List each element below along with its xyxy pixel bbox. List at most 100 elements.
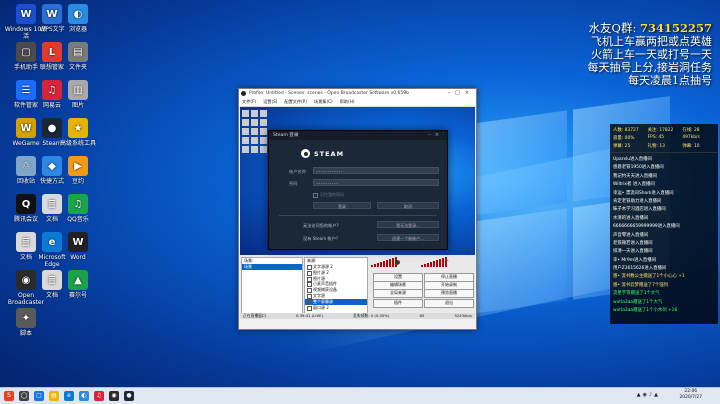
cant-login-button[interactable]: 我无法登录... xyxy=(377,221,439,228)
chat-message: 感• 流书数公主赠送了1个小心心 +1 xyxy=(613,274,685,280)
taskbar-app-icon[interactable]: S xyxy=(4,391,14,401)
obs-menu-item[interactable]: 文件(F) xyxy=(242,98,256,106)
qq-group-line: 水友Q群: 734152257 xyxy=(588,21,712,35)
desktop-icon[interactable]: ★ 高级系统工具 xyxy=(56,118,100,147)
chat-message: Wiltrix者 进入直播间 xyxy=(613,182,655,188)
chat-message: 感• 流书云梦赠送了7个强列 xyxy=(613,282,669,288)
live-chat-panel: 人数: 83727 关注: 17822 在线: 28 容量: 00% FPS: 45 49… xyxy=(610,124,718,324)
live-stats: 人数: 83727 关注: 17822 在线: 28 容量: 00% FPS: 45 49… xyxy=(610,124,718,153)
preview-button[interactable]: 预览直播 xyxy=(424,289,474,298)
scene-item[interactable]: 场景 xyxy=(242,264,302,270)
desktop-icon-label: 豆约 xyxy=(71,178,84,185)
steam-login-dialog[interactable]: Steam 登录 –× STEAM 帐户名称 •••••••••••• 密码 •… xyxy=(268,130,448,250)
chat-message: 用户Z3615626进入直播间 xyxy=(613,266,667,272)
app-icon: ✦ xyxy=(16,308,36,328)
app-icon: ▤ xyxy=(68,42,88,62)
live-stat: 关注: 17822 xyxy=(647,128,674,133)
live-stat: 礼物: 13 xyxy=(647,144,665,149)
global-sources-button[interactable]: 全局来源 xyxy=(373,289,423,298)
chat-message: 6666666659999999进入直播间 xyxy=(613,224,680,230)
desktop-icon-label: QQ音乐 xyxy=(67,216,89,223)
desktop-icon-label: 高级系统工具 xyxy=(59,140,96,147)
desktop-volume-meter[interactable] xyxy=(421,257,447,267)
sources-list[interactable]: 来源: 文字源源 2 图片源 2 图片源 小麦声音插件 视频捕获设备 文字源 整个屏幕源 窗口… xyxy=(304,257,368,315)
steam-brand: STEAM xyxy=(301,149,344,158)
chat-message: 肯定老铁助力进入直播间 xyxy=(613,198,662,204)
desktop-icon-label: 脚本 xyxy=(19,330,32,337)
account-input[interactable]: •••••••••••• xyxy=(313,167,439,174)
desktop-icon-label: Word xyxy=(70,254,86,261)
password-input[interactable]: •••••••••• xyxy=(313,179,439,186)
taskbar-app-icon[interactable]: ◯ xyxy=(19,391,29,401)
remember-password-checkbox[interactable]: 记住我的密码 xyxy=(313,192,344,198)
overlay-line-3: 每天抽号上分,接岩洞任务 xyxy=(587,61,713,74)
live-stat: 容量: 00% xyxy=(613,136,635,141)
desktop-icon[interactable]: ♫ QQ音乐 xyxy=(56,194,100,223)
create-question: 没有 Steam 帐户? xyxy=(303,236,339,241)
mic-volume-meter[interactable] xyxy=(371,257,397,267)
obs-menu-bar: 文件(F) 设置(S) 配置文件(P) 场景集(C) 帮助(H) xyxy=(239,98,476,107)
stream-overlay-text: 水友Q群: 734152257 飞机上车赢两把或点英雄 火箭上车一天或打号一天 … xyxy=(587,21,713,88)
divider xyxy=(279,215,437,216)
chat-message: 流星字等赠送了1个大气 xyxy=(613,291,660,297)
chat-message: 水清的进入直播间 xyxy=(613,215,649,221)
desktop-icon[interactable]: ▤ 文件夹 xyxy=(56,42,100,71)
mic-icon[interactable]: ● xyxy=(395,259,400,266)
taskbar-app-icon[interactable]: ▢ xyxy=(34,391,44,401)
speaker-icon[interactable]: ♪ xyxy=(445,259,449,266)
plugins-button[interactable]: 插件 xyxy=(373,299,423,308)
steam-title-bar[interactable]: Steam 登录 –× xyxy=(269,131,447,140)
desktop-icon[interactable]: ▶ 豆约 xyxy=(56,156,100,185)
window-controls-icon[interactable]: –□× xyxy=(448,89,474,98)
obs-controls: 场景: 场景 来源: 文字源源 2 图片源 2 图片源 小麦声音插件 视频捕获设备 文字源… xyxy=(240,255,475,319)
desktop-icon[interactable]: ▥ 图片 xyxy=(56,80,100,109)
live-stat: 在线: 28 xyxy=(682,128,700,133)
taskbar-app-icon[interactable]: ▤ xyxy=(49,391,59,401)
scenes-list[interactable]: 场景: 场景 xyxy=(241,257,303,315)
chat-message: 幸• Mr9m进入直播间 xyxy=(613,257,656,263)
obs-title-bar[interactable]: Profile: Untitled - Scenes: scenes - Ope… xyxy=(239,89,476,98)
chat-message: Uparxlu进入直播间 xyxy=(613,157,652,162)
app-icon: ▥ xyxy=(68,80,88,100)
taskbar-app-icon[interactable]: ● xyxy=(124,391,134,401)
overlay-line-1: 飞机上车赢两把或点英雄 xyxy=(591,35,712,48)
chat-message: 幸运• 漂流间Shark进入直播间 xyxy=(613,190,674,196)
app-icon: ◐ xyxy=(68,4,88,24)
desktop-icon[interactable]: ✦ 脚本 xyxy=(4,308,48,337)
desktop-icon[interactable]: ▲ 赛尔号 xyxy=(56,270,100,299)
app-icon: ★ xyxy=(68,118,88,138)
taskbar-clock[interactable]: 22:06 2020/7/27 xyxy=(679,389,702,401)
cancel-button[interactable]: 取消 xyxy=(377,202,439,209)
taskbar-app-icon[interactable]: e xyxy=(64,391,74,401)
exit-button[interactable]: 退出 xyxy=(424,299,474,308)
obs-status-field: 丢失帧数: 0 (0.00%) xyxy=(353,313,390,318)
chat-list: Uparxlu进入直播间 感恩老铁1950进入直播间 我记约天天进入直播间 Wiltr… xyxy=(610,153,718,318)
taskbar-app-icon[interactable]: ♫ xyxy=(94,391,104,401)
live-stat: 弹幕: 10 xyxy=(682,144,700,149)
obs-status-field: 5243kb/s xyxy=(454,313,472,318)
desktop-icon-label: 赛尔号 xyxy=(68,292,87,299)
obs-menu-item[interactable]: 帮助(H) xyxy=(340,98,355,106)
obs-status-bar: 正在直播窗口 0:39:41 (LIVE) 丢失帧数: 0 (0.00%) 60 524… xyxy=(240,313,475,319)
obs-status-field: 60 xyxy=(419,313,425,318)
desktop-icon-label: 文件夹 xyxy=(68,64,87,71)
login-button[interactable]: 登录 xyxy=(313,202,371,209)
steam-title: Steam 登录 xyxy=(273,133,299,138)
chat-message: 感恩老铁1950进入直播间 xyxy=(613,165,664,171)
audio-mixer: ● ♪ xyxy=(369,257,474,270)
taskbar-app-icon[interactable]: ◉ xyxy=(109,391,119,401)
steam-window-controls-icon[interactable]: –× xyxy=(428,131,443,140)
app-icon: ♫ xyxy=(68,194,88,214)
desktop-icon[interactable]: W Word xyxy=(56,232,100,261)
taskbar-app-icon[interactable]: ◐ xyxy=(79,391,89,401)
desktop-icon[interactable]: ◐ 浏览器 xyxy=(56,4,100,33)
obs-menu-item[interactable]: 场景集(C) xyxy=(314,98,333,106)
chat-message: 老铁微若进入直播间 xyxy=(613,240,653,246)
clock-date: 2020/7/27 xyxy=(679,395,702,400)
create-account-button[interactable]: 创建一个新帐户... xyxy=(377,234,439,241)
obs-menu-item[interactable]: 配置文件(P) xyxy=(284,98,307,106)
app-icon: ▶ xyxy=(68,156,88,176)
system-tray-icons[interactable]: ▲◉♪▲ xyxy=(637,392,660,398)
obs-menu-item[interactable]: 设置(S) xyxy=(263,98,277,106)
source-item[interactable]: 窗口源 2 xyxy=(305,305,367,311)
